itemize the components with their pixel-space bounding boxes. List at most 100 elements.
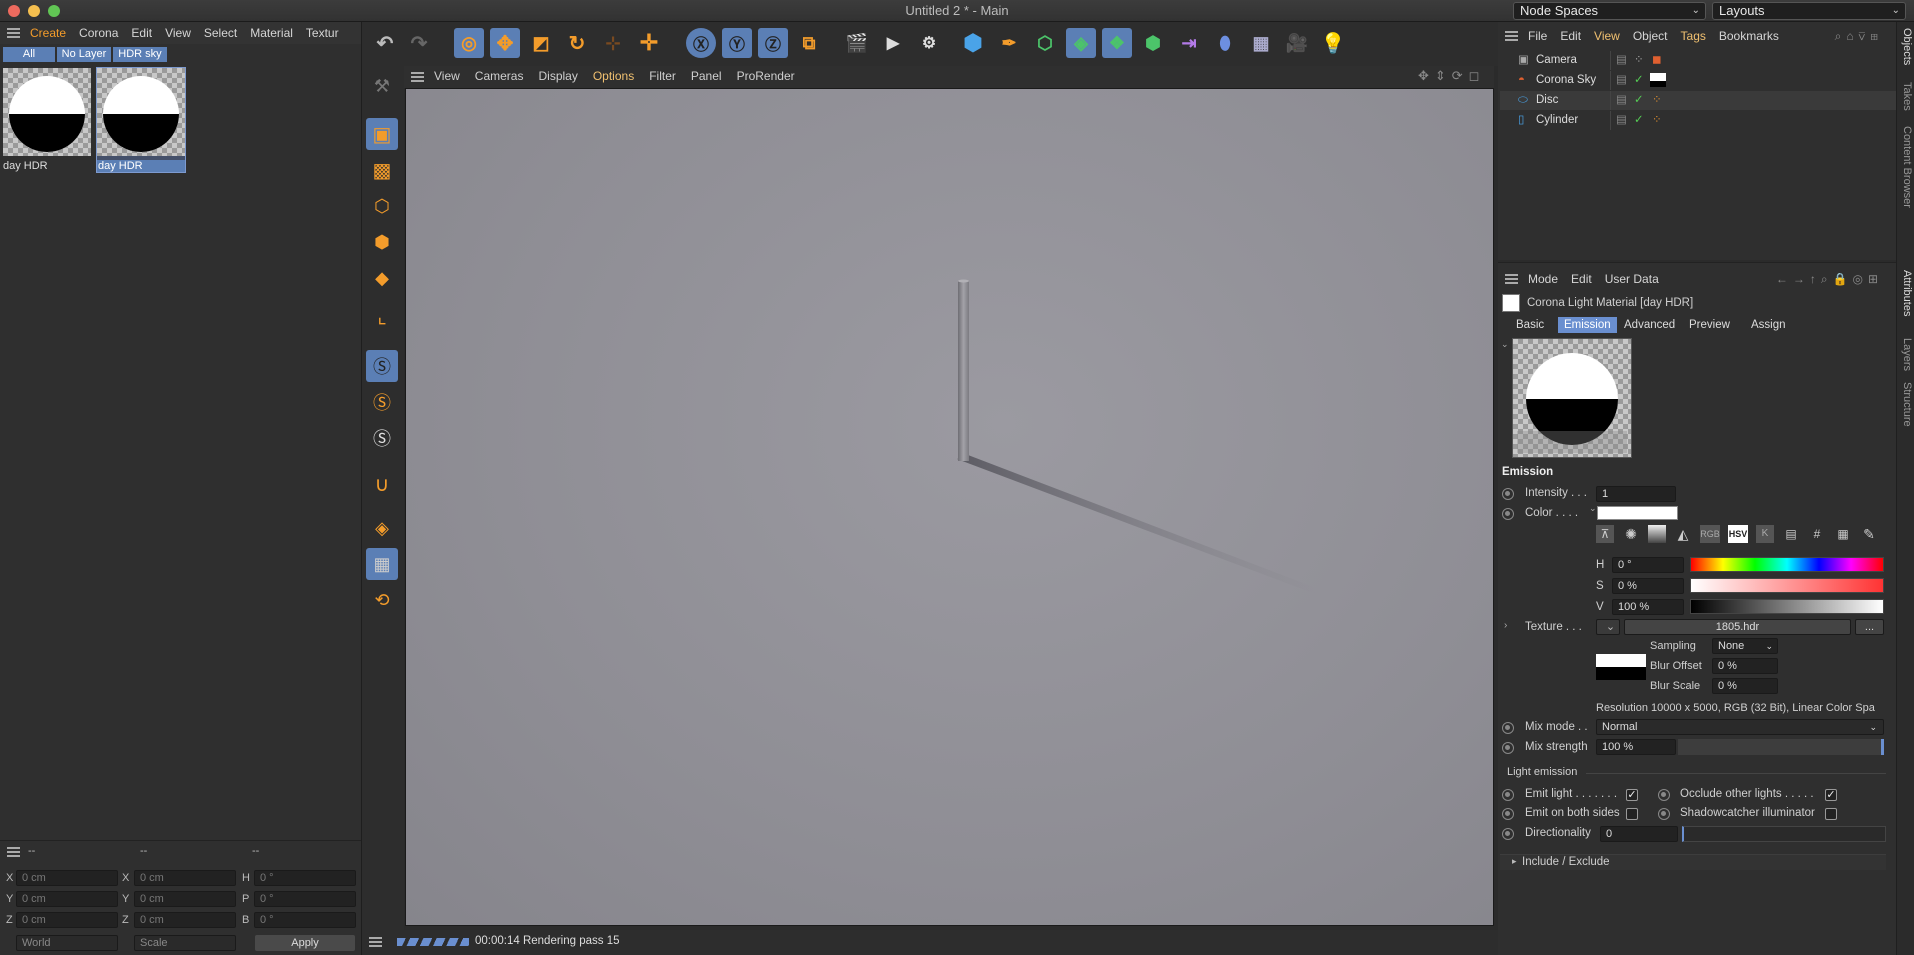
mix-strength-slider[interactable] [1678, 739, 1884, 755]
menu-select[interactable]: Select [204, 26, 237, 40]
material-menu-icon[interactable] [7, 28, 20, 38]
pen-spline-icon[interactable]: ✒ [994, 28, 1024, 58]
position-z-field[interactable]: 0 cm [16, 912, 118, 928]
objects-menu-view[interactable]: View [1594, 29, 1620, 43]
eyedropper-icon[interactable]: ✎ [1860, 525, 1878, 543]
intensity-keyframe-icon[interactable] [1502, 488, 1514, 500]
coord-mode-dropdown[interactable]: World [16, 935, 118, 951]
rotation-b-field[interactable]: 0 ° [254, 912, 356, 928]
x-axis-lock-icon[interactable]: Ⓧ [686, 28, 716, 58]
saturation-slider[interactable] [1690, 578, 1884, 593]
swatches-icon[interactable]: ▦ [1834, 525, 1852, 543]
camera-icon[interactable]: 🎥 [1282, 28, 1312, 58]
coord-scale-dropdown[interactable]: Scale [134, 935, 236, 951]
quantize-icon[interactable]: Ⓢ [366, 422, 398, 454]
color-swatch[interactable] [1597, 506, 1678, 520]
attributes-menu-icon[interactable] [1505, 274, 1518, 284]
material-swatch[interactable]: day HDR [3, 68, 91, 172]
workplane-icon[interactable]: ◈ [366, 512, 398, 544]
objects-menu-file[interactable]: File [1528, 29, 1547, 43]
side-tab-content-browser[interactable]: Content Browser [1901, 126, 1913, 208]
size-x-field[interactable]: 0 cm [134, 870, 236, 886]
filter-all[interactable]: All [3, 47, 55, 62]
render-view[interactable] [405, 88, 1494, 926]
gradient-mode-icon[interactable] [1648, 525, 1666, 543]
tag-icon[interactable]: ⁘ [1652, 91, 1662, 110]
side-tab-takes[interactable]: Takes [1901, 82, 1913, 111]
viewport-menu-display[interactable]: Display [538, 69, 577, 83]
objects-menu-object[interactable]: Object [1633, 29, 1668, 43]
texture-mode-icon[interactable]: ▩ [366, 154, 398, 186]
tab-preview[interactable]: Preview [1683, 317, 1736, 333]
visibility-toggle-icon[interactable]: ▤ [1616, 91, 1627, 110]
viewport-menu-cameras[interactable]: Cameras [475, 69, 524, 83]
menu-texture[interactable]: Textur [306, 26, 339, 40]
size-y-field[interactable]: 0 cm [134, 891, 236, 907]
enabled-check-icon[interactable]: ✓ [1634, 91, 1644, 110]
mix-strength-field[interactable]: 100 % [1596, 739, 1676, 755]
coordinates-menu-icon[interactable] [7, 847, 20, 857]
mograph-icon[interactable]: ❖ [1102, 28, 1132, 58]
y-axis-lock-icon[interactable]: Ⓨ [722, 28, 752, 58]
directionality-field[interactable]: 0 [1600, 826, 1678, 842]
viewport-menu-filter[interactable]: Filter [649, 69, 676, 83]
object-row-corona-sky[interactable]: ◓ Corona Sky ▤ ✓ [1500, 71, 1896, 90]
planar-workplane-icon[interactable]: ⟲ [366, 584, 398, 616]
hue-field[interactable]: 0 ° [1612, 557, 1684, 573]
color-wheel-mode-icon[interactable]: ⊼ [1596, 525, 1614, 543]
attributes-nav-icons[interactable]: ←→↑⌕🔒◎⊞ [1776, 272, 1883, 287]
saturation-field[interactable]: 0 % [1612, 578, 1684, 594]
emit-both-sides-checkbox[interactable] [1626, 808, 1638, 820]
sampling-dropdown[interactable]: None ⌄ [1712, 638, 1778, 654]
texture-browse-button[interactable]: ... [1855, 619, 1884, 635]
texture-file-field[interactable]: 1805.hdr [1624, 619, 1851, 635]
shadowcatcher-checkbox[interactable] [1825, 808, 1837, 820]
scale-tool-icon[interactable]: ◩ [526, 28, 556, 58]
hue-slider[interactable] [1690, 557, 1884, 572]
objects-toolbar-icons[interactable]: ⌕⌂⊽⊞ [1835, 29, 1883, 44]
occlude-lights-checkbox[interactable]: ✓ [1825, 789, 1837, 801]
menu-corona[interactable]: Corona [79, 26, 118, 40]
hex-mode-button[interactable]: # [1808, 525, 1826, 543]
make-editable-icon[interactable]: ⚒ [366, 70, 398, 102]
tab-emission[interactable]: Emission [1558, 317, 1617, 333]
generator-icon[interactable]: ◈ [1066, 28, 1096, 58]
visibility-toggle-icon[interactable]: ▤ [1616, 51, 1627, 70]
color-keyframe-icon[interactable] [1502, 508, 1514, 520]
rotation-h-field[interactable]: 0 ° [254, 870, 356, 886]
viewport-menu-options[interactable]: Options [593, 69, 634, 83]
rotation-p-field[interactable]: 0 ° [254, 891, 356, 907]
render-view-icon[interactable]: 🎬 [842, 28, 872, 58]
cloner-icon[interactable]: ⬢ [1138, 28, 1168, 58]
snap-icon[interactable]: Ⓢ [366, 350, 398, 382]
side-tab-objects[interactable]: Objects [1901, 28, 1913, 65]
visibility-toggle-icon[interactable]: ▤ [1616, 111, 1627, 130]
material-tag-icon[interactable] [1650, 73, 1666, 87]
render-picture-viewer-icon[interactable]: ▶ [878, 28, 908, 58]
collapse-preview-icon[interactable]: ⌄ [1501, 339, 1509, 350]
filter-no-layer[interactable]: No Layer [57, 47, 111, 62]
mix-mode-dropdown[interactable]: Normal ⌄ [1596, 719, 1884, 735]
blur-offset-field[interactable]: 0 % [1712, 658, 1778, 674]
mix-strength-keyframe-icon[interactable] [1502, 742, 1514, 754]
emit-light-checkbox[interactable]: ✓ [1626, 789, 1638, 801]
coordinate-system-icon[interactable]: ⧉ [794, 28, 824, 58]
filter-hdr-sky[interactable]: HDR sky [113, 47, 167, 62]
hsv-mode-button[interactable]: HSV [1728, 525, 1748, 543]
subdivision-icon[interactable]: ⬡ [1030, 28, 1060, 58]
directionality-slider[interactable] [1682, 826, 1886, 842]
spectrum-mode-icon[interactable]: ✺ [1622, 525, 1640, 543]
node-spaces-dropdown[interactable]: Node Spaces ⌄ [1513, 2, 1706, 20]
polygons-mode-icon[interactable]: ◆ [366, 262, 398, 294]
mixing-mode-icon[interactable]: ▤ [1782, 525, 1800, 543]
multi-tool-icon[interactable]: ⊹ [598, 28, 628, 58]
rotate-tool-icon[interactable]: ↻ [562, 28, 592, 58]
apply-button[interactable]: Apply [255, 935, 355, 951]
edges-mode-icon[interactable]: ⬢ [366, 226, 398, 258]
viewport-menu-prorender[interactable]: ProRender [737, 69, 795, 83]
menu-create[interactable]: Create [30, 26, 66, 40]
menu-material[interactable]: Material [250, 26, 293, 40]
object-row-cylinder[interactable]: ▯ Cylinder ▤ ✓ ⁘ [1500, 111, 1896, 130]
color-expand-icon[interactable]: ⌄ [1589, 503, 1597, 514]
tag-icon[interactable]: ⁘ [1652, 111, 1662, 130]
